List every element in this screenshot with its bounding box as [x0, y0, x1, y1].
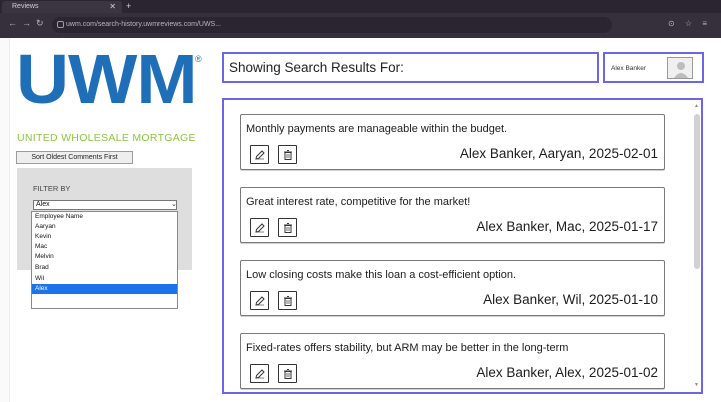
browser-tab[interactable]: Reviews ✕ [2, 1, 122, 13]
site-info-icon[interactable] [57, 21, 64, 28]
dropdown-option[interactable]: Melvin [32, 252, 177, 262]
user-profile-box[interactable]: Alex Banker [603, 52, 704, 83]
edit-button[interactable] [250, 218, 269, 237]
filter-dropdown-list: Employee Name Aaryan Kevin Mac Melvin Br… [31, 211, 178, 309]
uwm-logo-wordmark: UWM [16, 40, 198, 118]
delete-button[interactable] [278, 364, 297, 383]
edit-button[interactable] [250, 145, 269, 164]
url-field[interactable]: uwm.com/search-history.uwmreviews.com/UW… [52, 17, 612, 33]
edit-icon [255, 150, 265, 160]
edit-button[interactable] [250, 364, 269, 383]
trash-icon [284, 296, 292, 306]
result-card: Monthly payments are manageable within t… [240, 114, 665, 170]
user-name: Alex Banker [611, 65, 647, 72]
page-title: Showing Search Results For: [229, 60, 404, 75]
dropdown-option[interactable]: Brad [32, 263, 177, 273]
comment-meta: Alex Banker, Alex, 2025-01-02 [476, 365, 658, 380]
delete-button[interactable] [278, 291, 297, 310]
comment-meta: Alex Banker, Aaryan, 2025-02-01 [459, 146, 658, 161]
edit-icon [255, 296, 265, 306]
logo-tagline: UNITED WHOLESALE MORTGAGE [17, 132, 196, 144]
dropdown-option[interactable]: Employee Name [32, 212, 177, 222]
back-icon[interactable]: ← [8, 18, 17, 28]
filter-select[interactable]: Alex [33, 200, 177, 210]
reload-icon[interactable]: ↻ [36, 18, 44, 29]
scrollbar-thumb[interactable] [694, 114, 700, 269]
comment-meta: Alex Banker, Mac, 2025-01-17 [476, 219, 658, 234]
search-results-header: Showing Search Results For: [222, 52, 599, 83]
delete-button[interactable] [278, 145, 297, 164]
filter-label: FILTER BY [33, 184, 71, 193]
dropdown-option[interactable]: Wil [32, 274, 177, 284]
delete-button[interactable] [278, 218, 297, 237]
edit-button[interactable] [250, 291, 269, 310]
sort-oldest-button[interactable]: Sort Oldest Comments First [16, 151, 133, 164]
trash-icon [284, 223, 292, 233]
close-tab-icon[interactable]: ✕ [109, 2, 116, 11]
forward-icon[interactable]: → [22, 18, 31, 28]
trash-icon [284, 150, 292, 160]
edit-icon [255, 369, 265, 379]
comment-text: Monthly payments are manageable within t… [246, 123, 508, 135]
comment-meta: Alex Banker, Wil, 2025-01-10 [483, 292, 658, 307]
dropdown-option[interactable]: Aaryan [32, 222, 177, 232]
result-card: Fixed-rates offers stability, but ARM ma… [240, 333, 665, 389]
edit-icon [255, 223, 265, 233]
trash-icon [284, 369, 292, 379]
scroll-down-icon[interactable]: ▼ [694, 382, 699, 388]
dropdown-option-selected[interactable]: Alex [32, 284, 177, 294]
dropdown-option[interactable]: Kevin [32, 232, 177, 242]
comment-text: Low closing costs make this loan a cost-… [246, 269, 517, 281]
comment-text: Great interest rate, competitive for the… [246, 196, 471, 208]
comment-text: Fixed-rates offers stability, but ARM ma… [246, 342, 569, 354]
result-card: Great interest rate, competitive for the… [240, 187, 665, 243]
browser-menu-icons[interactable]: ⊙ ☆ ≡ [668, 19, 711, 28]
page-left-edge [0, 38, 10, 402]
registered-mark: ® [195, 54, 202, 64]
tab-title: Reviews [12, 3, 39, 10]
dropdown-option[interactable]: Mac [32, 242, 177, 252]
scroll-up-icon[interactable]: ▲ [694, 103, 699, 109]
user-avatar-icon[interactable] [667, 57, 693, 79]
new-tab-icon[interactable]: + [126, 1, 131, 11]
result-card: Low closing costs make this loan a cost-… [240, 260, 665, 316]
chevron-down-icon[interactable]: ⌄ [171, 200, 177, 208]
